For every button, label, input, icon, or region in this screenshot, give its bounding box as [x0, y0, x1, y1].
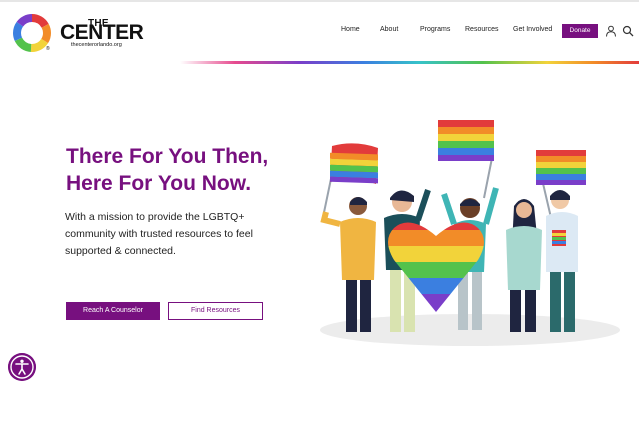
nav-resources[interactable]: Resources — [465, 26, 498, 33]
hero-description: With a mission to provide the LGBTQ+ com… — [65, 211, 253, 257]
reach-counselor-button[interactable]: Reach A Counselor — [66, 302, 160, 320]
search-icon[interactable] — [622, 25, 634, 37]
registered-mark: ® — [46, 46, 50, 52]
nav-programs[interactable]: Programs — [420, 26, 450, 33]
person-long-hair — [506, 199, 542, 332]
brand-name[interactable]: CENTER — [60, 22, 144, 44]
person-right — [546, 190, 578, 332]
rainbow-flag-center — [438, 120, 494, 199]
top-border — [0, 0, 639, 2]
nav-home[interactable]: Home — [341, 26, 360, 33]
user-icon[interactable] — [605, 25, 617, 37]
donate-button[interactable]: Donate — [562, 24, 598, 38]
person-yellow-jacket — [320, 197, 376, 332]
hero-title: There For You Then, Here For You Now. — [66, 143, 326, 197]
header-rainbow-divider — [180, 61, 639, 64]
hero-title-line1: There For You Then, — [66, 145, 269, 168]
hero-title-line2: Here For You Now. — [66, 172, 252, 195]
nav-about[interactable]: About — [380, 26, 398, 33]
rainbow-flag-left — [321, 143, 378, 223]
pride-crowd-illustration — [320, 120, 620, 346]
brand-url: thecenterorlando.org — [71, 42, 122, 48]
find-resources-button[interactable]: Find Resources — [168, 302, 263, 320]
accessibility-icon[interactable] — [8, 353, 36, 381]
rainbow-flag-right — [536, 150, 586, 223]
nav-get-involved[interactable]: Get Involved — [513, 26, 552, 33]
